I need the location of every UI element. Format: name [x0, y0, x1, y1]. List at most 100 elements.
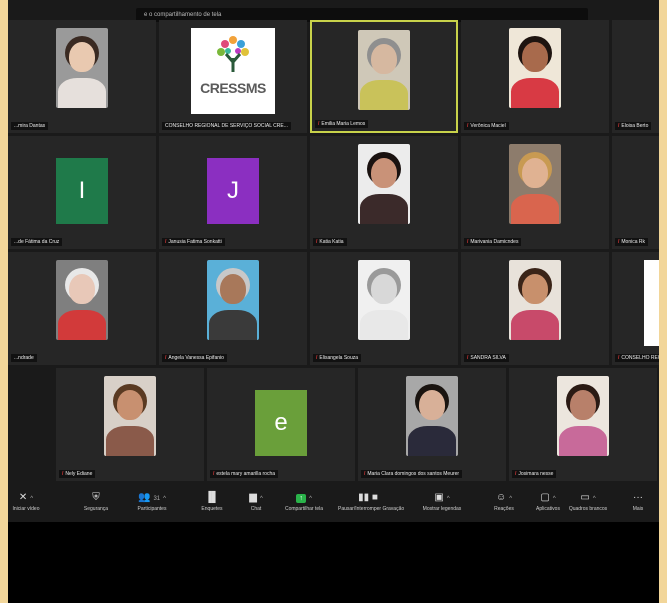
participant-name: CONSELHO REGIONAL DE SERVIÇO SOCIAL CRE.… — [162, 122, 291, 130]
caret-up-icon[interactable]: ^ — [309, 496, 312, 502]
logo-text: CRESSMS — [200, 80, 266, 96]
more-icon: ··· — [633, 492, 643, 503]
participant-tile-p13[interactable]: / Elisangela Souza — [310, 252, 458, 365]
participant-name-text: Monica Rk — [621, 239, 646, 245]
participant-name: / Josimara nesse — [512, 470, 557, 478]
mic-muted-icon: / — [515, 471, 517, 477]
participant-video — [104, 376, 156, 456]
participant-tile-p3[interactable]: / Emilia Maria Lemos — [310, 20, 458, 133]
caret-up-icon[interactable]: ^ — [447, 496, 450, 502]
caret-up-icon[interactable]: ^ — [30, 496, 33, 502]
participant-name-text: estela mary amarilla rocha — [216, 471, 276, 477]
participant-tile-p7[interactable]: J / Janusia Fatima Sonkatti — [159, 136, 307, 249]
participant-avatar: J — [207, 158, 259, 224]
mic-muted-icon: / — [316, 239, 318, 245]
participant-name-text: ...ndrade — [14, 355, 34, 361]
participant-tile-p5[interactable]: E/Eloisa Berto — [612, 20, 659, 133]
participant-name: / SANDRA SILVA — [464, 354, 509, 362]
mic-muted-icon: / — [364, 471, 366, 477]
participant-tile-p14[interactable]: / SANDRA SILVA — [461, 252, 609, 365]
participant-video — [509, 28, 561, 108]
participant-name-text: CONSELHO REGIONAL ... — [621, 355, 659, 361]
participant-name-text: Nely Ediane — [65, 471, 93, 477]
participant-name: / Eloisa Berto — [615, 122, 652, 130]
empty-area — [8, 522, 659, 603]
participant-tile-p8[interactable]: / Katia Katia — [310, 136, 458, 249]
tree-logo-icon — [217, 36, 249, 72]
participant-name-text: Emilia Maria Lemos — [321, 121, 366, 127]
caret-up-icon[interactable]: ^ — [509, 496, 512, 502]
participant-video — [358, 260, 410, 340]
mic-muted-icon: / — [467, 239, 469, 245]
participant-name-text: Marivania Damicndes — [470, 239, 519, 245]
record-button[interactable]: ▮▮ ■ Pausar/Interromper Gravação — [338, 490, 404, 512]
participant-video — [358, 144, 410, 224]
share-screen-icon: ↑ ^ — [274, 490, 334, 506]
participant-avatar: I — [56, 158, 108, 224]
participant-tile-p17[interactable]: e / estela mary amarilla rocha — [207, 368, 355, 481]
participant-video — [509, 144, 561, 224]
mic-muted-icon: / — [467, 355, 469, 361]
captions-icon: ▣ ^ — [434, 492, 450, 503]
participant-avatar: e — [255, 390, 307, 456]
cress-logo: CRESS — [644, 260, 659, 346]
participant-count: 31 — [153, 496, 161, 502]
participant-tile-p2[interactable]: CRESSMS CONSELHO REGIONAL DE SERVIÇO SOCI… — [159, 20, 307, 133]
participant-name-text: CONSELHO REGIONAL DE SERVIÇO SOCIAL CRE.… — [165, 123, 288, 129]
video-off-icon: ✕ ^ — [18, 492, 34, 503]
participant-video — [358, 30, 410, 110]
participant-name-text: Maria Clara domingos dos santos Meurer — [367, 471, 460, 477]
toolbar-label: Iniciar vídeo — [12, 506, 40, 512]
meeting-toolbar: ✕ ^ Iniciar vídeo ⛨ Segurança 👥 31 ^ Participant… — [8, 486, 659, 522]
mic-muted-icon: / — [318, 121, 320, 127]
participant-name-text: Josimara nesse — [518, 471, 554, 477]
participant-name: / Janusia Fatima Sonkatti — [162, 238, 225, 246]
caret-up-icon[interactable]: ^ — [553, 496, 556, 502]
participant-tile-p15[interactable]: CRESS/CONSELHO REGIONAL ... — [612, 252, 659, 365]
participant-name-text: Katia Katia — [319, 239, 344, 245]
participant-name: ...de Fátima da Cruz — [11, 238, 63, 246]
participant-name: ...mira Dantas — [11, 122, 49, 130]
participant-tile-p19[interactable]: / Josimara nesse — [509, 368, 657, 481]
caret-up-icon[interactable]: ^ — [163, 496, 166, 502]
participant-tile-p1[interactable]: ...mira Dantas — [8, 20, 156, 133]
record-pause-icon: ▮▮ ■ — [358, 492, 378, 503]
participant-name-text: Eloisa Berto — [621, 123, 649, 129]
participant-tile-p4[interactable]: / Verônica Maciel — [461, 20, 609, 133]
security-button[interactable]: ⛨ Segurança — [66, 490, 126, 512]
toolbar-label: Mostrar legendas — [422, 506, 462, 512]
mic-muted-icon: / — [62, 471, 64, 477]
participant-tile-p18[interactable]: / Maria Clara domingos dos santos Meurer — [358, 368, 506, 481]
more-button[interactable]: ··· Mais — [608, 490, 659, 512]
participant-name: / Katia Katia — [313, 238, 347, 246]
toolbar-label: Participantes — [137, 506, 167, 512]
logo-text: CRESS — [644, 312, 659, 328]
participant-name: /CONSELHO REGIONAL ... — [615, 354, 659, 362]
participant-name-text: Elisangela Souza — [319, 355, 359, 361]
caret-up-icon[interactable]: ^ — [593, 496, 596, 502]
participant-name-text: SANDRA SILVA — [470, 355, 506, 361]
participant-name: / Verônica Maciel — [464, 122, 509, 130]
mic-muted-icon: / — [618, 355, 620, 361]
mic-muted-icon: / — [165, 239, 167, 245]
participant-tile-p10[interactable]: / Monica Rk — [612, 136, 659, 249]
participant-tile-p12[interactable]: / Angela Vanessa Epifanio — [159, 252, 307, 365]
share-button[interactable]: ↑ ^ Compartilhar tela — [274, 490, 334, 512]
captions-button[interactable]: ▣ ^ Mostrar legendas — [412, 490, 472, 512]
video-button[interactable]: ✕ ^ Iniciar vídeo — [8, 490, 56, 512]
caret-up-icon[interactable]: ^ — [260, 496, 263, 502]
participants-button[interactable]: 👥 31 ^ Participantes — [122, 490, 182, 512]
participant-tile-p11[interactable]: ...ndrade — [8, 252, 156, 365]
participant-name: / Monica Rk — [615, 238, 649, 246]
participant-video — [56, 260, 108, 340]
participant-video — [56, 28, 108, 108]
participant-video — [509, 260, 561, 340]
participant-tile-p16[interactable]: / Nely Ediane — [56, 368, 204, 481]
toolbar-label: Compartilhar tela — [284, 506, 324, 512]
participant-tile-p9[interactable]: / Marivania Damicndes — [461, 136, 609, 249]
cress-logo: CRESSMS — [191, 28, 275, 114]
participant-name: / estela mary amarilla rocha — [210, 470, 279, 478]
mic-muted-icon: / — [618, 123, 620, 129]
mic-muted-icon: / — [316, 355, 318, 361]
participant-tile-p6[interactable]: I ...de Fátima da Cruz — [8, 136, 156, 249]
